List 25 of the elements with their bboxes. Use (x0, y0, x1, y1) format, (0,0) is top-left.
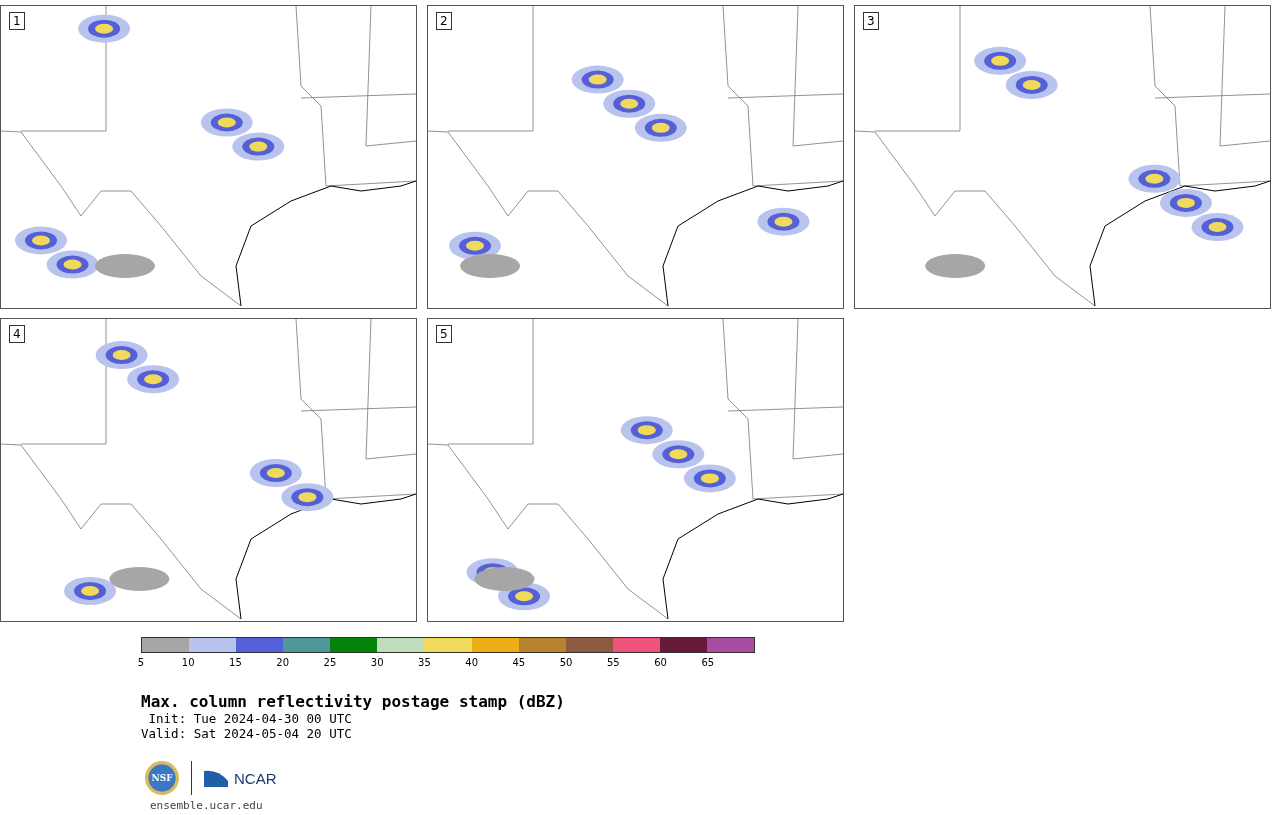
tick-label: 40 (465, 657, 478, 668)
tick-label: 35 (418, 657, 431, 668)
site-url: ensemble.ucar.edu (150, 799, 264, 812)
panel-number: 3 (863, 12, 879, 30)
tick-label: 20 (276, 657, 290, 668)
valid-time: Valid: Sat 2024-05-04 20 UTC (141, 726, 353, 741)
tick-label: 5 (137, 657, 145, 668)
tick-label: 15 (229, 657, 242, 668)
tick-label: 45 (512, 657, 526, 668)
tick-label: 60 (654, 657, 667, 668)
tick-label: 25 (323, 657, 337, 668)
panel-number: 4 (9, 325, 25, 343)
panel-number: 2 (436, 12, 452, 30)
tick-label: 50 (559, 657, 573, 668)
tick-label: 55 (607, 657, 620, 668)
tick-label: 30 (370, 657, 384, 668)
panel-number: 5 (436, 325, 452, 343)
nsf-logo: NSF (145, 761, 179, 795)
ncar-logo: NCAR (234, 769, 277, 787)
panel-number: 1 (9, 12, 25, 30)
tick-label: 10 (181, 657, 195, 668)
tick-label: 65 (701, 657, 715, 668)
chart-title: Max. column reflectivity postage stamp (dBZ) (141, 692, 566, 711)
init-time: Init: Tue 2024-04-30 00 UTC (147, 711, 353, 726)
swoosh-icon (204, 769, 228, 787)
